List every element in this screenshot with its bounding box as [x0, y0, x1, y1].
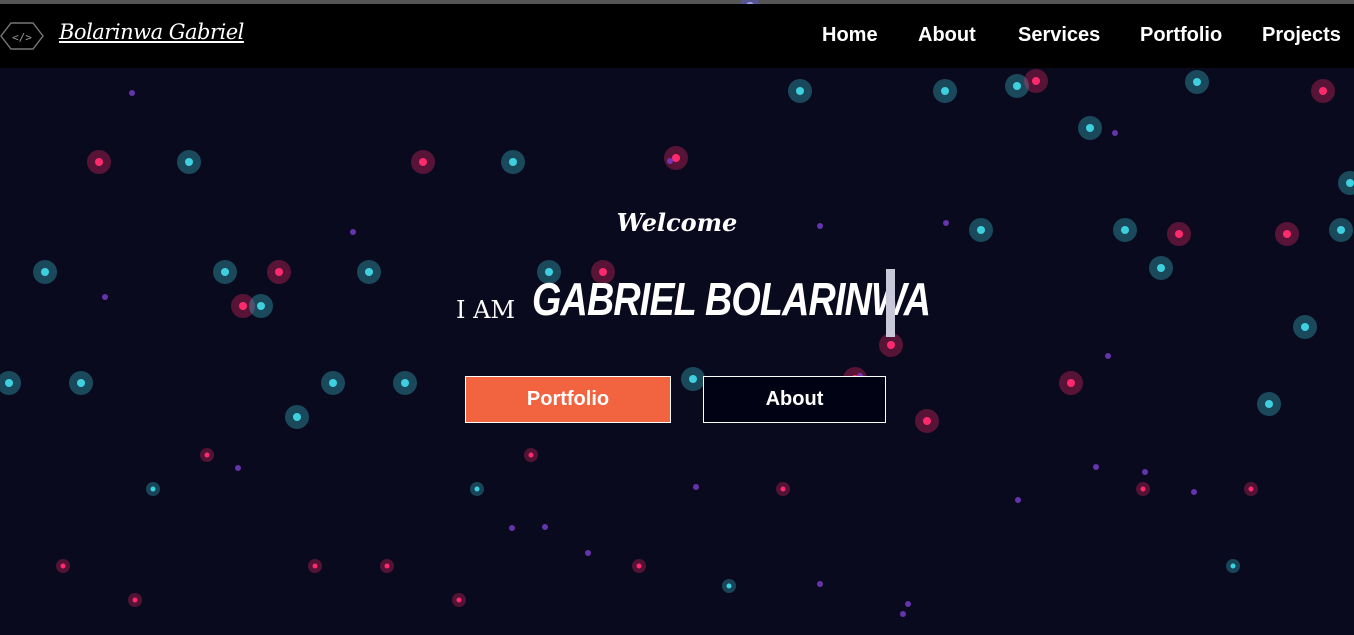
welcome-heading: Welcome: [616, 208, 738, 237]
intro-prefix: I AM: [456, 296, 516, 324]
nav-links: Home About Services Portfolio Projects: [0, 4, 1354, 68]
portfolio-button[interactable]: Portfolio: [465, 376, 671, 423]
nav-link-about[interactable]: About: [918, 24, 976, 47]
nav-link-projects[interactable]: Projects: [1262, 24, 1341, 47]
about-button[interactable]: About: [703, 376, 886, 423]
nav-link-portfolio[interactable]: Portfolio: [1140, 24, 1222, 47]
hero-section: Welcome I AM GABRIEL BOLARINWA Portfolio…: [0, 0, 1354, 635]
typing-cursor: [886, 269, 895, 337]
nav-link-home[interactable]: Home: [822, 24, 878, 47]
navbar: </> Bolarinwa Gabriel Home About Service…: [0, 4, 1354, 68]
typed-name: GABRIEL BOLARINWA: [532, 273, 931, 325]
nav-link-services[interactable]: Services: [1018, 24, 1100, 47]
